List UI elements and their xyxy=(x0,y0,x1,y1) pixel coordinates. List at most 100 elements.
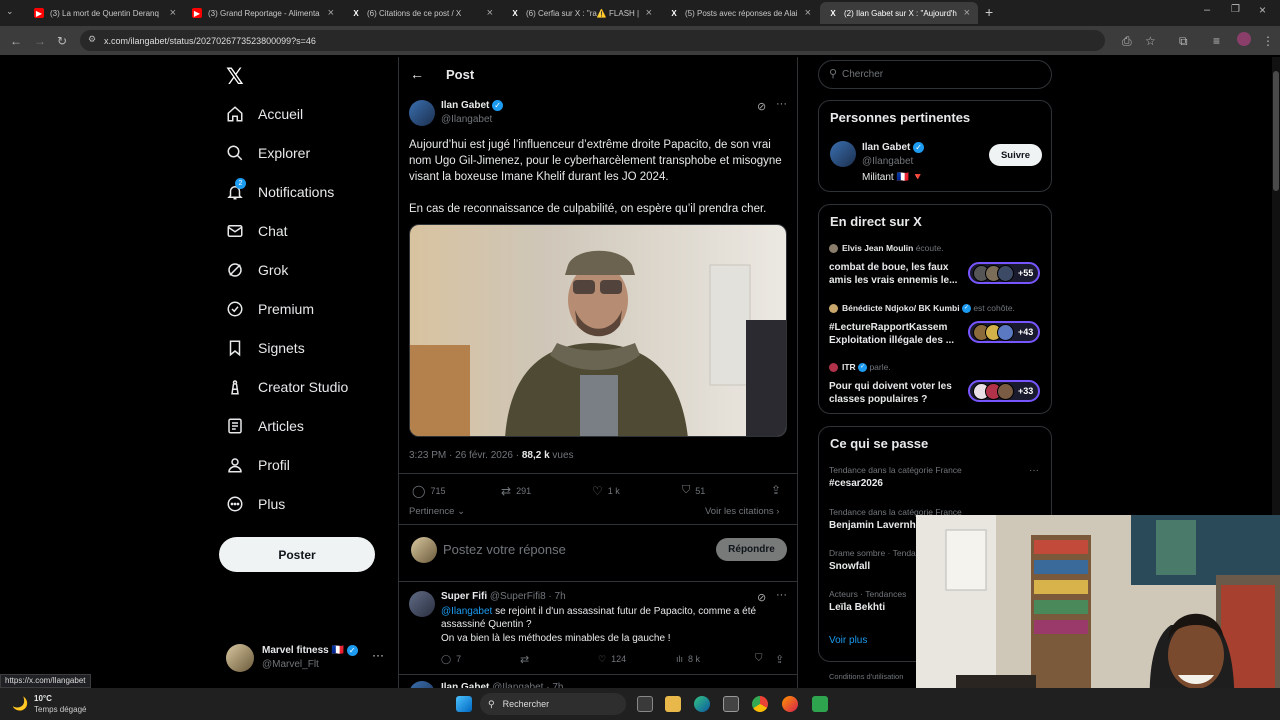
windows-start-icon[interactable] xyxy=(456,696,472,712)
nav-profile[interactable]: Profil xyxy=(226,450,290,480)
more-icon[interactable]: ··· xyxy=(372,648,384,662)
media-icon[interactable]: ≡ xyxy=(1213,34,1220,48)
reply-comment-button[interactable]: ◯ 7 xyxy=(441,654,461,665)
profile-avatar[interactable] xyxy=(1237,32,1251,46)
firefox-icon[interactable] xyxy=(782,696,798,712)
show-more-link[interactable]: Voir plus xyxy=(829,635,867,646)
repost-button[interactable]: ⇄ 291 xyxy=(501,484,531,498)
bookmark-button[interactable]: ⛉ 51 xyxy=(682,484,705,497)
close-tab-icon[interactable]: × xyxy=(170,7,176,19)
site-info-icon[interactable]: ⚙ xyxy=(88,34,96,45)
live-listeners-stack[interactable]: +55 xyxy=(968,262,1040,284)
post-button[interactable]: Poster xyxy=(219,537,375,572)
install-app-icon[interactable]: ⎙ xyxy=(1122,34,1132,49)
nav-notifications[interactable]: 2 Notifications xyxy=(226,177,334,207)
back-arrow-icon[interactable]: ← xyxy=(410,66,424,82)
tab-list-icon[interactable]: ⌄ xyxy=(6,6,14,17)
more-icon[interactable]: ··· xyxy=(776,589,787,601)
nav-explore[interactable]: Explorer xyxy=(226,138,310,168)
avatar xyxy=(829,363,838,372)
author-handle[interactable]: @Ilangabet xyxy=(441,114,492,125)
author-name[interactable]: Ilan Gabet xyxy=(441,100,489,111)
avatar[interactable] xyxy=(409,591,435,617)
reload-icon[interactable]: ↻ xyxy=(57,34,67,48)
bookmark-star-icon[interactable]: ☆ xyxy=(1145,34,1156,48)
avatar[interactable] xyxy=(830,141,856,167)
browser-tab[interactable]: ▶ (3) La mort de Quentin Deranq × xyxy=(26,2,184,24)
reply-input[interactable]: Postez votre réponse xyxy=(443,542,566,557)
close-tab-icon[interactable]: × xyxy=(646,7,652,19)
bookmark-icon[interactable]: ⛉ xyxy=(755,653,763,664)
sort-dropdown[interactable]: Pertinence ⌄ xyxy=(409,506,465,517)
menu-icon[interactable]: ⋮ xyxy=(1262,34,1274,48)
forward-icon[interactable]: → xyxy=(34,34,46,48)
repost-icon[interactable]: ⇄ xyxy=(520,653,529,666)
reply-like-button[interactable]: ♡ 124 xyxy=(598,654,626,665)
mention-link[interactable]: @Ilangabet xyxy=(441,606,492,617)
nav-chat[interactable]: Chat xyxy=(226,216,288,246)
reply-button[interactable]: ◯ 715 xyxy=(412,484,445,498)
reply-text: @Ilangabet se rejoint il d'un assassinat… xyxy=(441,606,757,630)
trend-item[interactable]: Tendance dans la catégorie France #cesar… xyxy=(829,465,1044,499)
x-logo-icon: X xyxy=(671,8,677,18)
file-explorer-icon[interactable] xyxy=(665,696,681,712)
terms-link[interactable]: Conditions d'utilisation xyxy=(829,672,903,681)
close-tab-icon[interactable]: × xyxy=(805,7,811,19)
search-input[interactable]: ⚲ Chercher xyxy=(818,60,1052,89)
reply-views-button[interactable]: ılı 8 k xyxy=(676,654,700,664)
nav-bookmarks[interactable]: Signets xyxy=(226,333,305,363)
nav-home[interactable]: Accueil xyxy=(226,99,303,129)
nav-more[interactable]: Plus xyxy=(226,489,285,519)
weather-icon[interactable]: 🌙 xyxy=(12,696,28,712)
close-window-icon[interactable]: × xyxy=(1259,3,1266,17)
avatar xyxy=(997,264,1014,282)
view-quotes-link[interactable]: Voir les citations › xyxy=(705,506,779,517)
close-tab-icon[interactable]: × xyxy=(328,7,334,19)
more-icon[interactable]: ··· xyxy=(1029,465,1039,476)
follow-button[interactable]: Suivre xyxy=(989,144,1042,166)
live-listeners-stack[interactable]: +33 xyxy=(968,380,1040,402)
close-tab-icon[interactable]: × xyxy=(487,7,493,19)
verified-icon: ✓ xyxy=(961,304,971,314)
browser-tab-active[interactable]: X (2) Ilan Gabet sur X : "Aujourd'h × xyxy=(820,2,978,24)
restore-icon[interactable]: ❐ xyxy=(1231,4,1240,15)
grok-icon[interactable]: ⊘ xyxy=(757,100,766,113)
like-button[interactable]: ♡ 1 k xyxy=(592,484,620,498)
grok-icon[interactable]: ⊘ xyxy=(757,591,766,604)
app-icon[interactable] xyxy=(812,696,828,712)
nav-premium[interactable]: Premium xyxy=(226,294,314,324)
extensions-icon[interactable]: ⧉ xyxy=(1179,34,1188,49)
more-icon[interactable]: ··· xyxy=(776,98,787,110)
x-logo-icon: X xyxy=(830,8,836,18)
scrollbar-thumb[interactable] xyxy=(1273,71,1279,191)
nav-creator-studio[interactable]: Creator Studio xyxy=(226,372,348,402)
share-icon[interactable]: ⇪ xyxy=(771,483,781,497)
live-listeners-stack[interactable]: +43 xyxy=(968,321,1040,343)
new-tab-icon[interactable]: + xyxy=(985,4,993,20)
taskbar-search[interactable]: ⚲ Rechercher xyxy=(480,693,626,715)
back-icon[interactable]: ← xyxy=(10,34,22,48)
share-icon[interactable]: ⇪ xyxy=(775,653,784,666)
store-icon[interactable] xyxy=(723,696,739,712)
browser-tab[interactable]: X (6) Citations de ce post / X × xyxy=(343,2,501,24)
edge-icon[interactable] xyxy=(694,696,710,712)
chrome-icon[interactable] xyxy=(752,696,768,712)
post-image[interactable] xyxy=(409,224,787,437)
trend-item[interactable]: Acteurs · Tendances Leïla Bekhti xyxy=(829,589,919,623)
nav-grok[interactable]: Grok xyxy=(226,255,288,285)
browser-tab[interactable]: X (6) Cerfia sur X : "ra⚠️ FLASH | × xyxy=(502,2,660,24)
x-logo-icon[interactable]: 𝕏 xyxy=(226,64,244,90)
browser-tab[interactable]: X (5) Posts avec réponses de Alai × xyxy=(661,2,819,24)
trend-item[interactable]: Drame sombre · Tenda Snowfall xyxy=(829,548,919,582)
account-switcher[interactable]: Marvel fitness 🇫🇷 ✓ @Marvel_Flt ··· xyxy=(226,644,386,674)
minimize-icon[interactable]: – xyxy=(1204,4,1210,16)
nav-articles[interactable]: Articles xyxy=(226,411,304,441)
avatar[interactable] xyxy=(409,100,435,126)
repost-icon: ⇄ xyxy=(501,484,512,498)
close-tab-icon[interactable]: × xyxy=(964,7,970,19)
reply-author[interactable]: Super Fifi xyxy=(441,591,487,602)
reply-submit-button[interactable]: Répondre xyxy=(716,538,787,561)
browser-tab[interactable]: ▶ (3) Grand Reportage - Alimenta × xyxy=(184,2,342,24)
address-bar[interactable]: ⚙ x.com/ilangabet/status/202702677352380… xyxy=(80,30,1105,51)
task-view-icon[interactable] xyxy=(637,696,653,712)
